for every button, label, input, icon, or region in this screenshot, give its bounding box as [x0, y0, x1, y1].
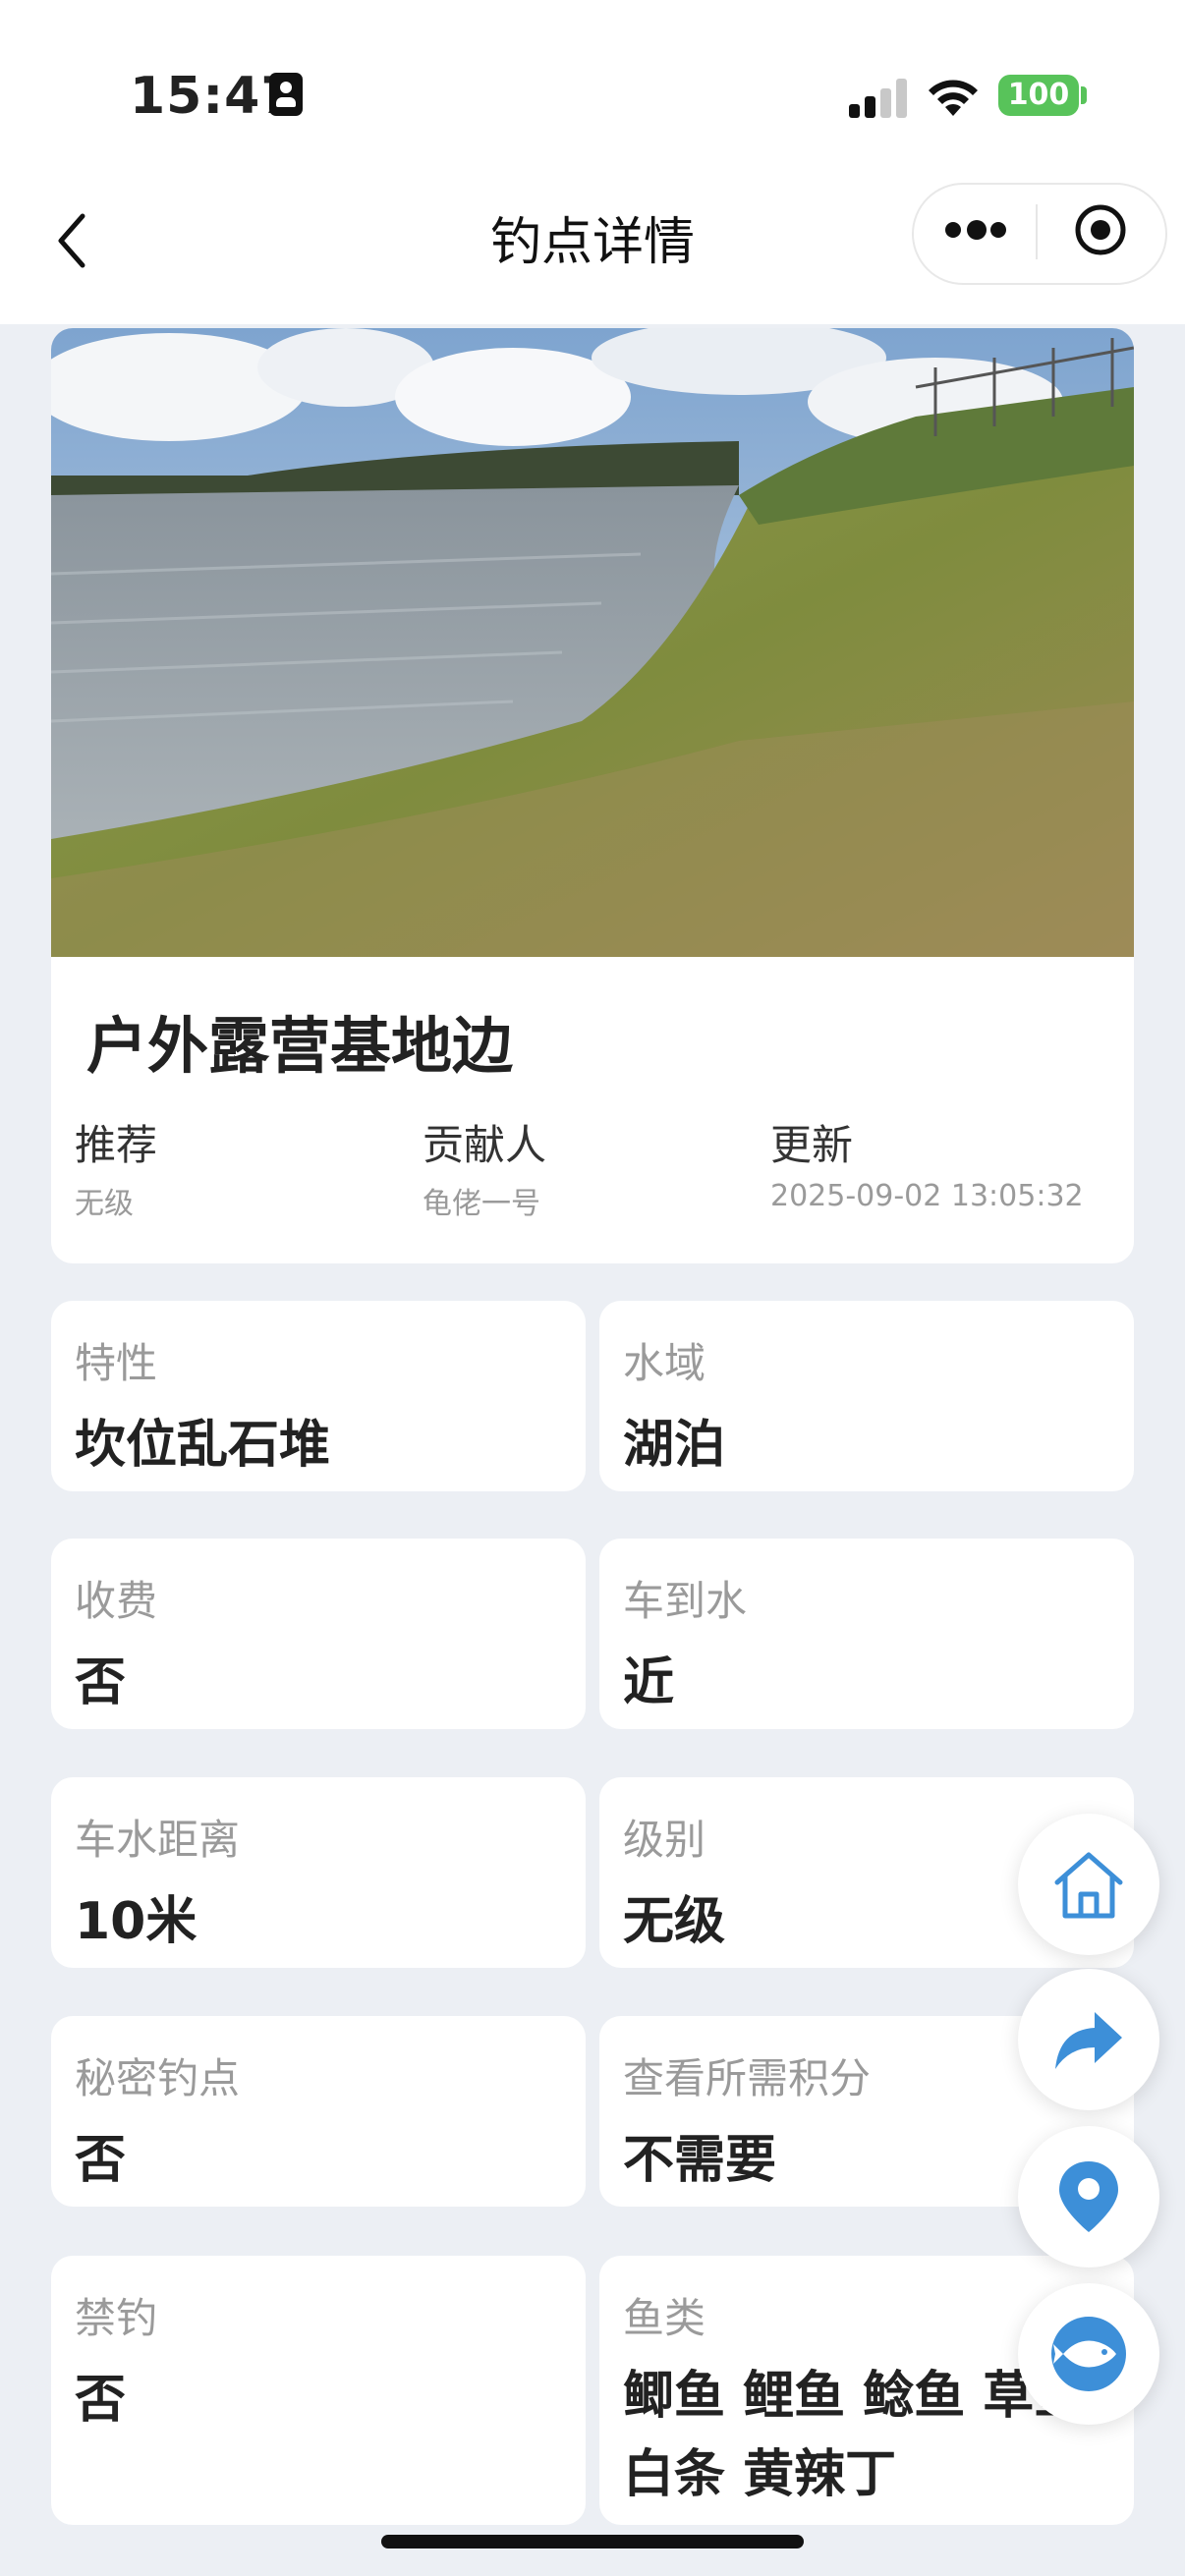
info-value: 无级 — [623, 1892, 726, 1951]
info-label: 特性 — [75, 1339, 158, 1387]
info-label: 级别 — [623, 1816, 706, 1864]
cellular-signal-icon — [849, 79, 908, 118]
info-label: 秘密钓点 — [75, 2054, 241, 2102]
info-card-car-water-distance: 车水距离 10米 — [51, 1777, 586, 1968]
contributor-label: 贡献人 — [423, 1121, 547, 1169]
fish-icon — [1051, 2317, 1126, 2391]
wifi-icon — [929, 80, 978, 116]
home-icon — [1054, 1852, 1123, 1919]
info-value: 否 — [75, 2371, 127, 2430]
recommend-label: 推荐 — [75, 1121, 158, 1169]
updated-value: 2025-09-02 13:05:32 — [770, 1179, 1084, 1213]
close-target-icon[interactable] — [1073, 202, 1128, 257]
battery-tip — [1081, 86, 1087, 104]
info-card-water-type: 水域 湖泊 — [599, 1301, 1134, 1491]
info-card-car-to-water: 车到水 近 — [599, 1539, 1134, 1729]
info-value: 近 — [623, 1653, 675, 1712]
share-button[interactable] — [1018, 1969, 1159, 2110]
info-value: 10米 — [75, 1892, 198, 1951]
fish-species-line: 白条 黄辣丁 — [623, 2445, 897, 2504]
info-value: 否 — [75, 2131, 127, 2190]
info-value: 湖泊 — [623, 1416, 726, 1475]
info-card-fee: 收费 否 — [51, 1539, 586, 1729]
info-label: 车到水 — [623, 1577, 748, 1625]
spot-summary-card: 户外露营基地边 推荐 无级 贡献人 龟佬一号 更新 2025-09-02 13:… — [51, 328, 1134, 1263]
fish-button[interactable] — [1018, 2283, 1159, 2425]
home-indicator — [381, 2535, 804, 2548]
contributor-value: 龟佬一号 — [423, 1187, 540, 1221]
fish-species-line: 鲫鱼 鲤鱼 鲶鱼 草鱼 — [623, 2367, 1086, 2426]
info-label: 水域 — [623, 1339, 706, 1387]
more-dots-icon[interactable] — [945, 218, 1006, 244]
info-label: 禁钓 — [75, 2294, 158, 2342]
info-label: 查看所需积分 — [623, 2054, 872, 2102]
info-label: 鱼类 — [623, 2294, 706, 2342]
info-label: 车水距离 — [75, 1816, 241, 1864]
spot-name: 户外露营基地边 — [86, 1010, 514, 1082]
share-icon — [1055, 2012, 1122, 2069]
updated-label: 更新 — [770, 1121, 854, 1169]
info-card-feature: 特性 坎位乱石堆 — [51, 1301, 586, 1491]
navigate-button[interactable] — [1018, 2126, 1159, 2268]
home-button[interactable] — [1018, 1814, 1159, 1955]
spot-photo[interactable] — [51, 328, 1134, 957]
info-card-secret-spot: 秘密钓点 否 — [51, 2016, 586, 2207]
capsule-divider — [1036, 204, 1038, 259]
info-value: 坎位乱石堆 — [75, 1416, 331, 1475]
recommend-value: 无级 — [75, 1187, 134, 1221]
info-card-fishing-ban: 禁钓 否 — [51, 2256, 586, 2525]
info-value: 不需要 — [623, 2131, 777, 2190]
info-value: 否 — [75, 1653, 127, 1712]
location-pin-icon — [1059, 2161, 1118, 2232]
contact-card-icon — [269, 73, 303, 116]
info-label: 收费 — [75, 1577, 158, 1625]
battery-indicator: 100 — [998, 75, 1079, 116]
